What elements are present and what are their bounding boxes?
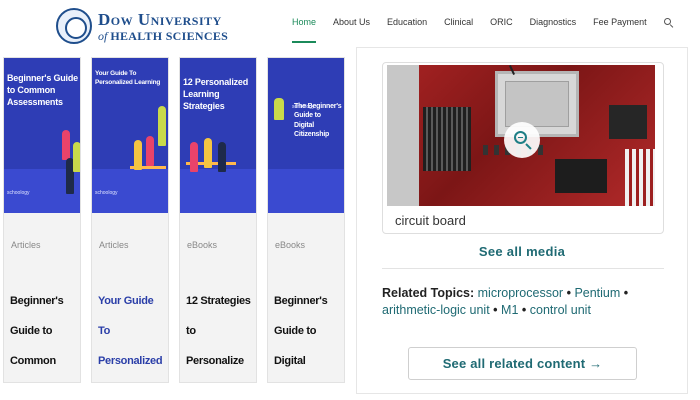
person-figure-icon (73, 142, 80, 172)
separator-dot: • (521, 303, 527, 317)
chip (555, 159, 607, 193)
topic-sidebar-panel: circuit board See all media Related Topi… (356, 47, 688, 394)
card-image-title: 12 Personalized Learning Strategies (183, 77, 249, 112)
card-category: eBooks (275, 240, 306, 250)
related-topic-link[interactable]: Pentium (574, 286, 620, 300)
card-title[interactable]: 12 Strategies to Personalize Learning (186, 286, 254, 382)
media-card[interactable]: circuit board (382, 62, 664, 234)
related-topics-label: Related Topics: (382, 286, 475, 300)
board-edge (387, 65, 419, 206)
card-image-title: Your Guide To Personalized Learning (95, 70, 161, 86)
person-figure-icon (146, 136, 154, 166)
separator-dot: • (493, 303, 498, 317)
divider (382, 268, 664, 269)
card-image-title: Beginner's Guide to Common Assessments (7, 73, 78, 108)
brand-mark-icon (274, 98, 284, 120)
related-topics: Related Topics: microprocessor • Pentium… (382, 285, 672, 319)
card-category: Articles (99, 240, 129, 250)
card-image-stripe (268, 169, 344, 213)
person-figure-icon (158, 106, 166, 146)
card-title[interactable]: Your Guide To Personalized Learning (98, 286, 166, 382)
card-image: Your Guide To Personalized Learning scho… (92, 58, 168, 213)
resource-cards: Beginner's Guide to Common Assessments s… (3, 57, 347, 383)
card-image: Beginner's Guide to Common Assessments s… (4, 58, 80, 213)
person-figure-icon (218, 142, 226, 172)
related-topic-link[interactable]: M1 (501, 303, 518, 317)
card-image: 12 Personalized Learning Strategies (180, 58, 256, 213)
card-image-brand: schoology (292, 104, 315, 110)
person-figure-icon (204, 138, 212, 168)
separator-dot: • (623, 286, 629, 300)
zoom-in-button[interactable] (504, 122, 540, 158)
logo-text: Dow University of HEALTH SCIENCES (98, 11, 228, 42)
card-image-brand: schoology (95, 190, 118, 196)
nav-item-home[interactable]: Home (292, 17, 317, 43)
nav-item-oric[interactable]: ORIC (490, 17, 513, 27)
logo-line2-main: HEALTH SCIENCES (110, 28, 229, 43)
card-category: eBooks (187, 240, 218, 250)
circuit-board-image[interactable] (387, 65, 655, 206)
card-title[interactable]: Beginner's Guide to Common Assessments (10, 286, 78, 382)
person-figure-icon (190, 142, 198, 172)
resource-card[interactable]: 12 Personalized Learning Strategies eBoo… (179, 57, 257, 383)
chip (609, 105, 647, 139)
see-all-related-content-button[interactable]: See all related content → (408, 347, 637, 380)
resource-card[interactable]: The Beginner's Guide to Digital Citizens… (267, 57, 345, 383)
nav-item-about-us[interactable]: About Us (333, 17, 370, 27)
card-title[interactable]: Beginner's Guide to Digital Citizenship (274, 286, 342, 382)
person-figure-icon (62, 130, 70, 160)
logo-line2: of HEALTH SCIENCES (98, 30, 228, 42)
card-image: The Beginner's Guide to Digital Citizens… (268, 58, 344, 213)
nav-item-clinical[interactable]: Clinical (444, 17, 473, 27)
separator-dot: • (566, 286, 571, 300)
zoom-in-icon (514, 131, 527, 144)
resource-card[interactable]: Beginner's Guide to Common Assessments s… (3, 57, 81, 383)
university-seal-icon (56, 8, 92, 44)
nav-item-diagnostics[interactable]: Diagnostics (530, 17, 577, 27)
heatsink (423, 107, 471, 171)
related-topic-link[interactable]: microprocessor (478, 286, 563, 300)
see-all-media-link[interactable]: See all media (357, 244, 687, 259)
university-logo[interactable]: Dow University of HEALTH SCIENCES (56, 8, 228, 44)
memory-slots (625, 149, 655, 206)
cpu-chip (505, 81, 569, 127)
main-nav: Home About Us Education Clinical ORIC Di… (292, 17, 673, 43)
search-icon[interactable] (663, 17, 673, 27)
logo-line1: Dow University (98, 9, 222, 29)
person-figure-icon (134, 140, 142, 170)
nav-item-education[interactable]: Education (387, 17, 427, 27)
nav-item-fee-payment[interactable]: Fee Payment (593, 17, 647, 27)
card-image-brand: schoology (7, 190, 30, 196)
resource-card[interactable]: Your Guide To Personalized Learning scho… (91, 57, 169, 383)
related-topic-link[interactable]: arithmetic-logic unit (382, 303, 490, 317)
media-caption: circuit board (395, 213, 466, 228)
related-topic-link[interactable]: control unit (530, 303, 591, 317)
site-header: Dow University of HEALTH SCIENCES Home A… (0, 0, 700, 50)
card-category: Articles (11, 240, 41, 250)
logo-line2-prefix: of (98, 28, 108, 43)
card-image-stripe (180, 169, 256, 213)
